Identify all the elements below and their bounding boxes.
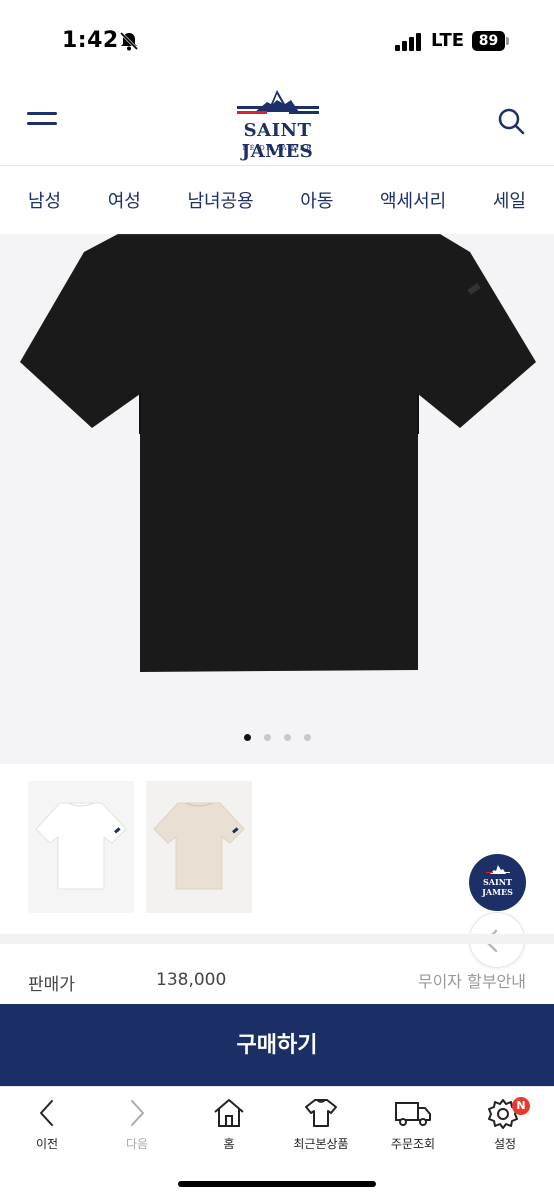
section-divider (0, 934, 554, 944)
price-value: 138,000 (156, 970, 227, 990)
hamburger-menu-icon[interactable] (26, 108, 58, 132)
signal-icon (395, 33, 421, 51)
home-icon (214, 1099, 244, 1127)
toolbar-forward[interactable]: 다음 (92, 1097, 182, 1157)
category-women[interactable]: 여성 (108, 187, 141, 213)
status-time: 1:42 (62, 28, 119, 53)
brand-floating-button[interactable]: SAINT JAMES (469, 854, 526, 911)
carousel-dot[interactable] (243, 734, 251, 741)
product-image (20, 234, 536, 672)
toolbar-label: 홈 (223, 1137, 235, 1151)
brand-fab-label: SAINT JAMES (482, 877, 513, 897)
logo-tagline: NÉ DE LA MER (242, 144, 313, 152)
price-label: 판매가 (28, 975, 75, 995)
home-indicator (178, 1181, 376, 1187)
truck-icon (395, 1102, 431, 1126)
color-option-white[interactable] (28, 781, 134, 913)
brand-logo[interactable]: SAINT JAMES NÉ DE LA MER (205, 86, 350, 162)
bell-off-icon (119, 31, 139, 51)
new-badge: N (512, 1097, 530, 1115)
category-men[interactable]: 남성 (28, 187, 61, 213)
toolbar-orders[interactable]: 주문조회 (368, 1097, 458, 1157)
toolbar-label: 주문조회 (390, 1137, 436, 1151)
toolbar-back[interactable]: 이전 (2, 1097, 92, 1157)
buy-button[interactable]: 구매하기 (0, 1004, 554, 1086)
logo-mountain-icon (237, 90, 319, 114)
status-bar: 1:42 LTE 89 (0, 0, 554, 80)
battery-level: 89 (472, 31, 505, 51)
category-accessories[interactable]: 액세서리 (380, 187, 446, 213)
logo-wordmark: SAINT JAMES (241, 120, 314, 162)
site-header: SAINT JAMES NÉ DE LA MER (0, 80, 554, 166)
category-kids[interactable]: 아동 (300, 187, 333, 213)
carousel-dot[interactable] (283, 734, 291, 741)
toolbar-label: 최근본상품 (293, 1137, 349, 1151)
network-type: LTE (431, 30, 465, 51)
color-options (0, 764, 554, 934)
product-image-carousel[interactable] (0, 234, 554, 764)
installment-info-link[interactable]: 무이자 할부안내 (418, 968, 526, 992)
chevron-right-icon (131, 1100, 144, 1126)
tshirt-icon (305, 1099, 337, 1127)
battery-icon: 89 (472, 31, 510, 51)
toolbar-home[interactable]: 홈 (184, 1097, 274, 1157)
toolbar-label: 다음 (125, 1137, 149, 1151)
beige-tshirt-thumbnail (153, 802, 245, 890)
category-sale[interactable]: 세일 (493, 187, 526, 213)
category-nav: 남성 여성 남녀공용 아동 액세서리 세일 (0, 166, 554, 234)
carousel-indicator (0, 734, 554, 741)
search-icon[interactable] (496, 106, 526, 136)
logo-mountain-icon (486, 865, 510, 874)
chevron-left-icon (40, 1100, 53, 1126)
toolbar-label: 설정 (493, 1137, 517, 1151)
color-option-beige[interactable] (146, 781, 252, 913)
toolbar-label: 이전 (35, 1137, 59, 1151)
toolbar-recent[interactable]: 최근본상품 (276, 1097, 366, 1157)
carousel-dot[interactable] (263, 734, 271, 741)
white-tshirt-thumbnail (35, 802, 127, 890)
carousel-dot[interactable] (303, 734, 311, 741)
category-unisex[interactable]: 남녀공용 (187, 187, 253, 213)
price-row: 판매가 138,000 무이자 할부안내 (0, 944, 554, 1004)
toolbar-settings[interactable]: N 설정 (460, 1097, 550, 1157)
